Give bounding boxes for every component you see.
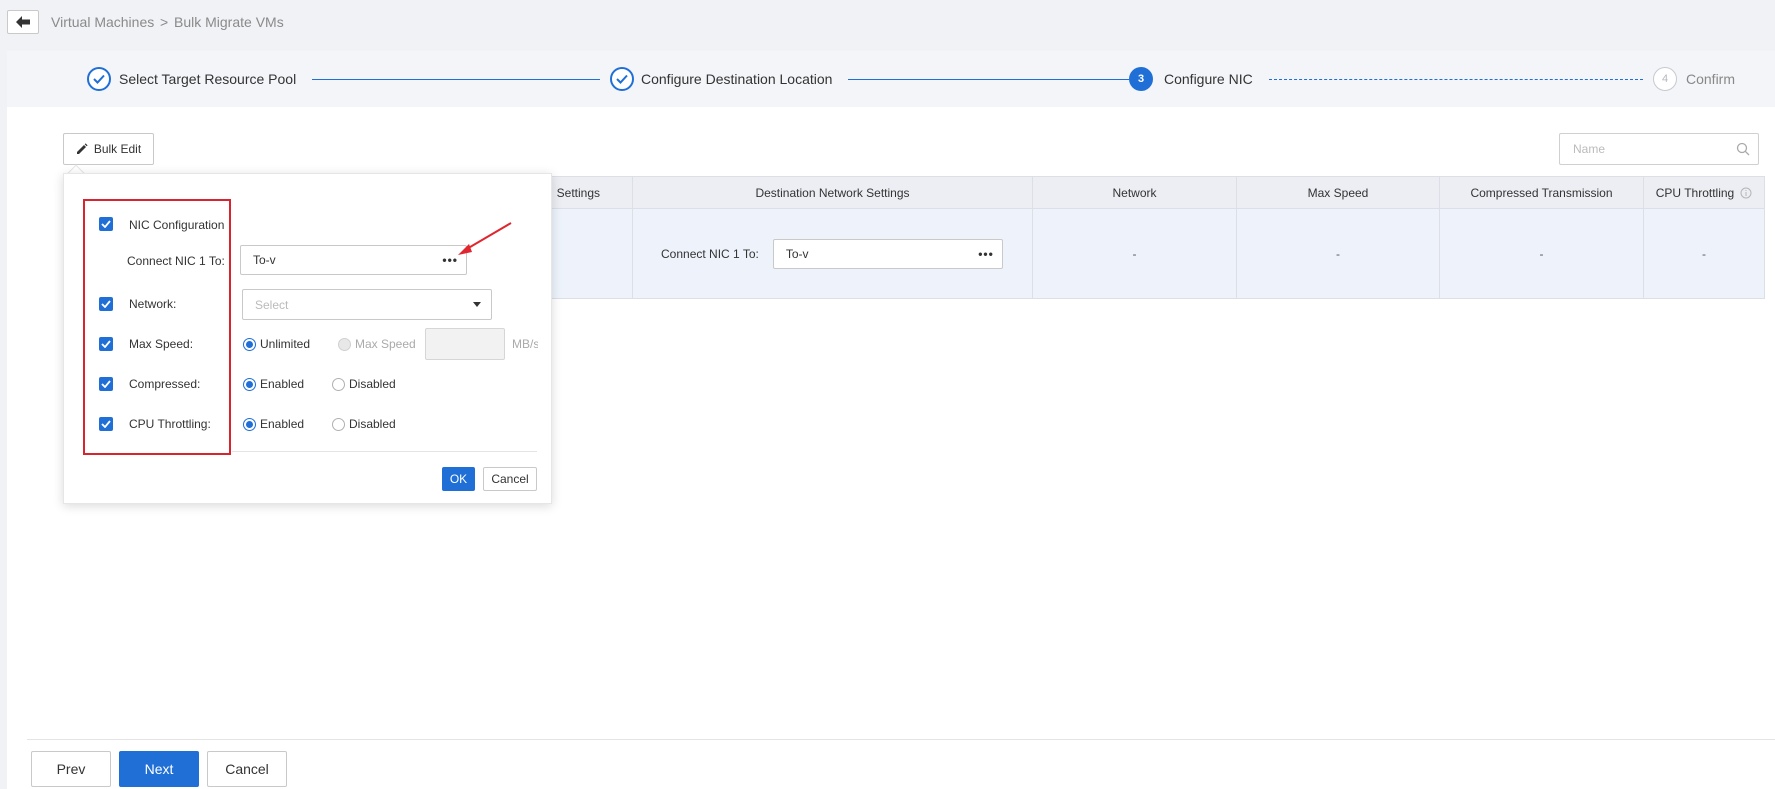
table-cell-cpu: -: [1644, 209, 1765, 299]
cpu-throttling-label: CPU Throttling:: [129, 417, 211, 431]
speed-unit-label: MB/s: [512, 337, 538, 351]
network-label: Network:: [129, 297, 177, 311]
popup-cancel-button[interactable]: Cancel: [483, 467, 537, 491]
step-connector-3: [1269, 79, 1643, 80]
network-checkbox[interactable]: [99, 297, 113, 311]
step-3-number: 3: [1129, 67, 1153, 91]
table-cell-compressed: -: [1440, 209, 1644, 299]
row-nic-input[interactable]: To-v •••: [772, 238, 1003, 269]
column-header-network: Network: [1033, 176, 1237, 209]
compressed-disabled-radio[interactable]: [332, 378, 345, 391]
more-options-icon[interactable]: •••: [978, 247, 994, 261]
search-input[interactable]: [1561, 135, 1731, 163]
network-select[interactable]: Select: [242, 289, 492, 320]
nic-config-checkbox[interactable]: [99, 217, 113, 231]
max-speed-label: Max Speed:: [129, 337, 194, 351]
check-icon: [101, 340, 111, 348]
breadcrumb-separator: >: [160, 14, 169, 30]
caret-down-icon: [473, 302, 481, 307]
compressed-enabled-radio[interactable]: [243, 378, 256, 391]
speed-custom-label: Max Speed: [355, 337, 416, 351]
breadcrumb-root[interactable]: Virtual Machines: [51, 14, 154, 30]
table-cell-network: -: [1033, 209, 1237, 299]
bulk-edit-label: Bulk Edit: [93, 142, 142, 156]
back-button[interactable]: [7, 10, 39, 34]
check-icon: [101, 380, 111, 388]
compressed-disabled-label: Disabled: [349, 377, 396, 391]
speed-unlimited-label: Unlimited: [260, 337, 311, 351]
column-header-destination: Destination Network Settings: [633, 176, 1033, 209]
speed-value-input[interactable]: [425, 328, 505, 360]
row-connect-label: Connect NIC 1 To:: [661, 246, 759, 261]
annotation-arrow-icon: [458, 222, 512, 255]
cpu-enabled-label: Enabled: [260, 417, 305, 431]
step-1-done-icon: [87, 67, 111, 91]
table-cell-max-speed: -: [1237, 209, 1440, 299]
max-speed-checkbox[interactable]: [99, 337, 113, 351]
speed-unlimited-radio[interactable]: [243, 338, 256, 351]
nic-config-label: NIC Configuration: [129, 218, 225, 232]
popup-nic-value: To-v: [253, 253, 276, 267]
step-2-done-icon: [610, 67, 634, 91]
network-select-placeholder: Select: [255, 297, 289, 312]
column-header-cpu-label: CPU Throttling: [1655, 185, 1735, 200]
step-3-label: Configure NIC: [1164, 71, 1253, 87]
row-nic-value: To-v: [785, 246, 809, 261]
step-connector-2: [848, 79, 1129, 80]
step-2-label: Configure Destination Location: [641, 71, 833, 87]
check-icon: [101, 300, 111, 308]
pencil-icon: [76, 143, 88, 154]
step-connector-1: [312, 79, 600, 80]
next-button[interactable]: Next: [119, 751, 199, 787]
popup-nic-input[interactable]: To-v •••: [240, 245, 467, 275]
step-4-number: 4: [1653, 67, 1677, 91]
cpu-enabled-radio[interactable]: [243, 418, 256, 431]
column-header-max-speed: Max Speed: [1237, 176, 1440, 209]
column-header-compressed: Compressed Transmission: [1440, 176, 1644, 209]
top-bar: Virtual Machines > Bulk Migrate VMs: [0, 0, 1775, 45]
cancel-button[interactable]: Cancel: [207, 751, 287, 787]
speed-custom-radio[interactable]: [338, 338, 351, 351]
compressed-label: Compressed:: [129, 377, 201, 391]
breadcrumb-current: Bulk Migrate VMs: [174, 14, 284, 30]
popup-ok-button[interactable]: OK: [442, 467, 475, 491]
prev-button[interactable]: Prev: [31, 751, 111, 787]
compressed-checkbox[interactable]: [99, 377, 113, 391]
check-icon: [101, 420, 111, 428]
popup-divider: [232, 451, 537, 452]
cpu-disabled-label: Disabled: [349, 417, 396, 431]
cpu-throttling-checkbox[interactable]: [99, 417, 113, 431]
column-header-cpu: CPU Throttling: [1644, 176, 1765, 209]
bulk-edit-button[interactable]: Bulk Edit: [63, 133, 154, 165]
compressed-enabled-label: Enabled: [260, 377, 305, 391]
step-4-label: Confirm: [1686, 71, 1736, 87]
search-box: [1559, 133, 1759, 165]
check-icon: [101, 220, 111, 228]
wizard-steps: Select Target Resource Pool Configure De…: [7, 51, 1775, 107]
arrow-left-icon: [16, 16, 30, 28]
popup-connect-label: Connect NIC 1 To:: [127, 254, 225, 268]
cpu-disabled-radio[interactable]: [332, 418, 345, 431]
info-icon[interactable]: [1740, 187, 1752, 199]
step-1-label: Select Target Resource Pool: [119, 71, 297, 87]
table-cell-destination: Connect NIC 1 To: To-v •••: [633, 209, 1033, 299]
search-icon[interactable]: [1736, 142, 1750, 156]
footer-divider: [27, 739, 1775, 740]
